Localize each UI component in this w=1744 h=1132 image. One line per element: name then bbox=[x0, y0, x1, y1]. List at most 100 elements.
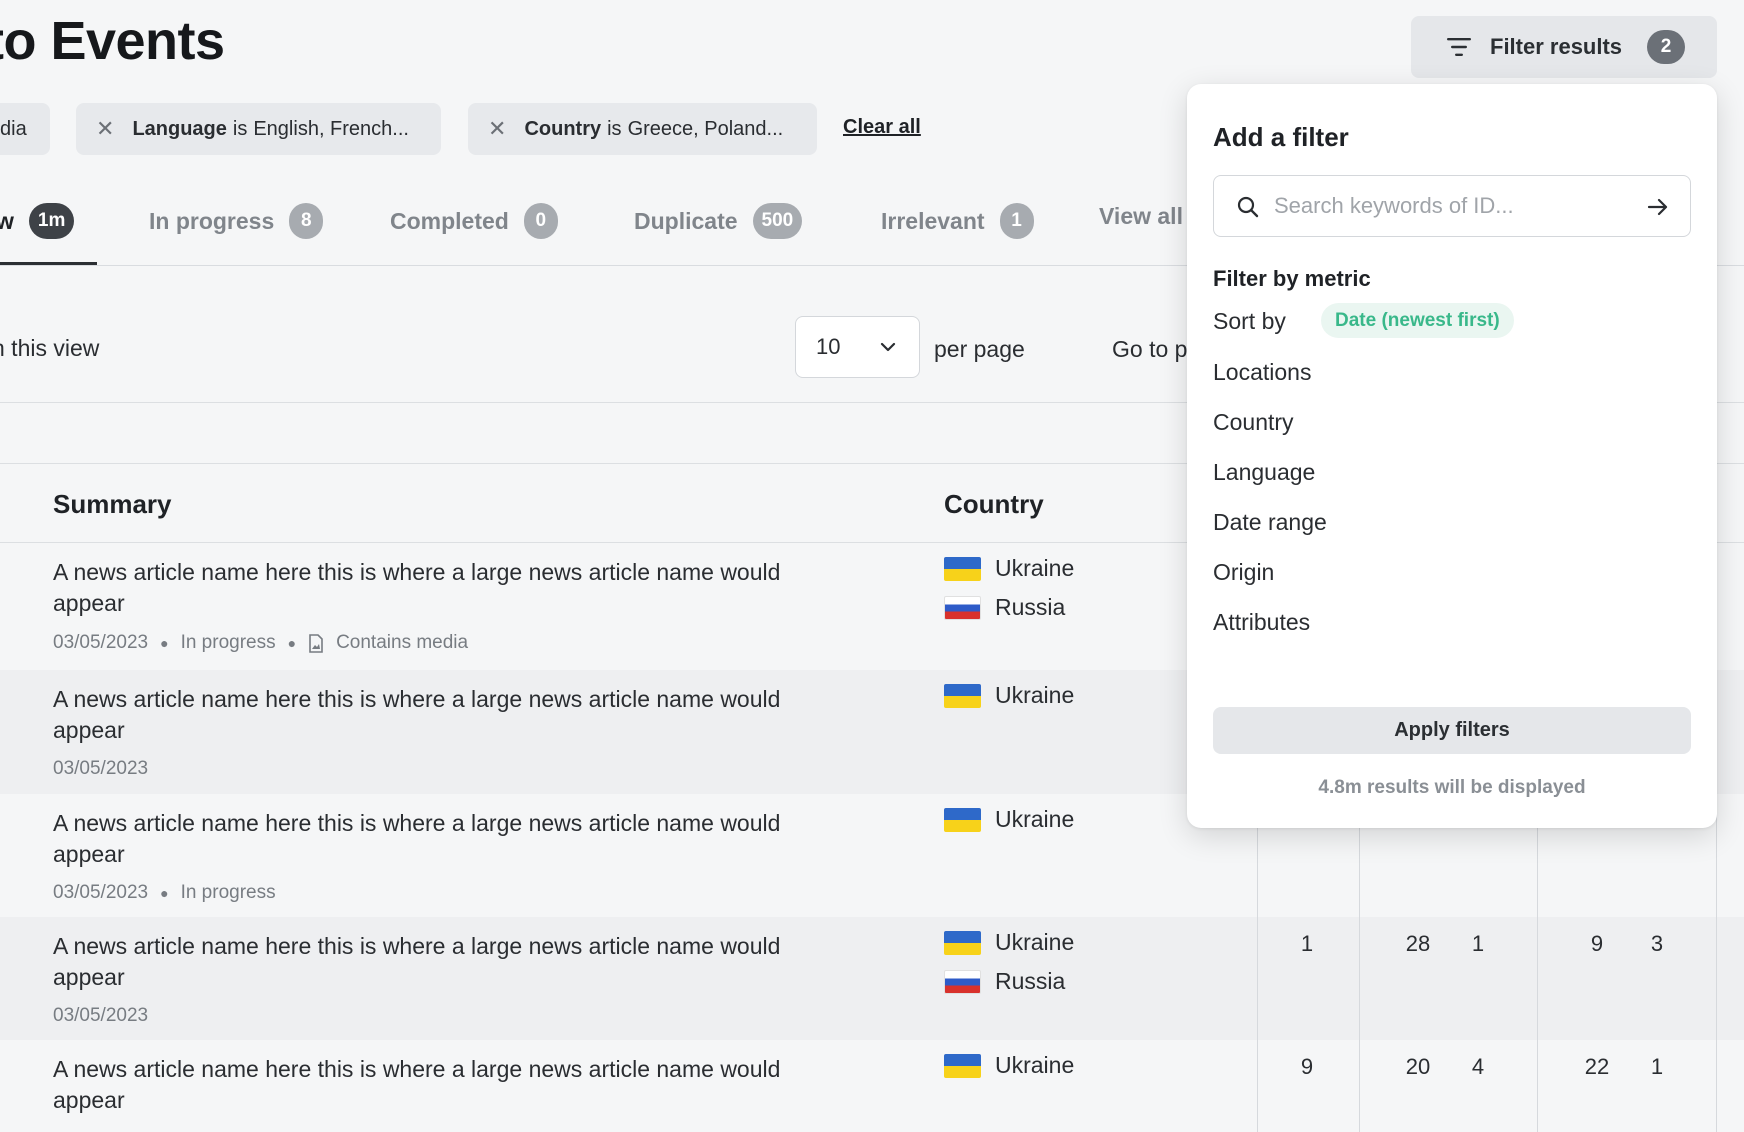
row-meta: 03/05/2023 bbox=[53, 758, 148, 780]
metric-value: 1 bbox=[1650, 1054, 1664, 1079]
search-input[interactable] bbox=[1274, 190, 1634, 222]
chip-value: English, French... bbox=[253, 117, 409, 140]
row-date: 03/05/2023 bbox=[53, 882, 149, 903]
filter-chip-media[interactable]: dia bbox=[0, 103, 50, 155]
metric-value: 20 bbox=[1405, 1054, 1431, 1079]
close-icon[interactable]: ✕ bbox=[96, 116, 114, 142]
metric-item-attributes[interactable]: Attributes bbox=[1213, 609, 1310, 636]
sort-by-label: Sort by bbox=[1213, 308, 1286, 334]
per-page-label: per page bbox=[934, 336, 1025, 362]
separator-dot: ● bbox=[287, 635, 297, 651]
per-page-select[interactable]: 10 bbox=[795, 316, 920, 378]
tab-completed[interactable]: Completed 0 bbox=[390, 203, 558, 239]
sort-by-pill[interactable]: Date (newest first) bbox=[1321, 303, 1514, 338]
tab-count-badge: 500 bbox=[752, 203, 803, 239]
row-media-label: Contains media bbox=[336, 632, 469, 653]
russia-flag-icon bbox=[944, 595, 981, 620]
metric-value: 3 bbox=[1650, 931, 1664, 956]
arrow-right-icon[interactable] bbox=[1646, 195, 1670, 219]
row-date: 03/05/2023 bbox=[53, 758, 149, 779]
russia-flag-icon bbox=[944, 969, 981, 994]
popover-title: Add a filter bbox=[1213, 122, 1349, 152]
row-meta: 03/05/2023 bbox=[53, 1005, 148, 1027]
metric-item-country[interactable]: Country bbox=[1213, 409, 1294, 436]
tab-in-progress[interactable]: In progress 8 bbox=[149, 203, 324, 239]
tab-label: View all bbox=[1099, 203, 1183, 229]
chip-key: Language bbox=[132, 117, 227, 140]
row-meta: 03/05/2023 ● In progress ● Contains medi… bbox=[53, 632, 468, 654]
country-cell: Ukraine bbox=[944, 555, 1074, 582]
ukraine-flag-icon bbox=[944, 1053, 981, 1078]
add-filter-popover: Add a filter Filter by metric Sort by Da… bbox=[1187, 84, 1717, 828]
tab-label: In progress bbox=[149, 207, 275, 234]
country-name: Russia bbox=[995, 968, 1066, 994]
separator-dot: ● bbox=[160, 885, 169, 901]
tab-view-all[interactable]: View all bbox=[1099, 203, 1183, 230]
metric-item-locations[interactable]: Locations bbox=[1213, 359, 1311, 386]
country-name: Ukraine bbox=[995, 806, 1075, 832]
search-field[interactable] bbox=[1213, 175, 1691, 237]
country-cell: Ukraine bbox=[944, 682, 1074, 709]
metric-value: 28 bbox=[1405, 931, 1431, 956]
chip-operator: is bbox=[607, 117, 622, 140]
row-meta: 03/05/2023 ● In progress bbox=[53, 882, 276, 904]
tab-count-badge: 1 bbox=[999, 203, 1034, 239]
clear-all-link[interactable]: Clear all bbox=[843, 116, 921, 139]
filter-results-button[interactable]: Filter results 2 bbox=[1411, 16, 1717, 78]
filter-chip-country[interactable]: ✕ Country is Greece, Poland... bbox=[468, 103, 817, 155]
row-date: 03/05/2023 bbox=[53, 1005, 149, 1026]
tab-count-badge: 0 bbox=[523, 203, 558, 239]
tab-label: w bbox=[0, 207, 14, 234]
tab-label: Duplicate bbox=[634, 207, 738, 234]
row-status: In progress bbox=[180, 882, 276, 903]
separator-dot: ● bbox=[160, 635, 169, 651]
go-to-page-label: Go to p bbox=[1112, 336, 1188, 362]
country-cell: Russia bbox=[944, 594, 1065, 621]
tab-duplicate[interactable]: Duplicate 500 bbox=[634, 203, 803, 239]
article-title[interactable]: A news article name here this is where a… bbox=[53, 1054, 853, 1116]
apply-filters-button[interactable]: Apply filters bbox=[1213, 707, 1691, 754]
close-icon[interactable]: ✕ bbox=[488, 116, 506, 142]
chip-operator: is bbox=[232, 117, 248, 140]
filter-by-metric-heading: Filter by metric bbox=[1213, 266, 1371, 291]
metric-value: 1 bbox=[1471, 931, 1485, 956]
chevron-down-icon bbox=[880, 342, 896, 352]
article-title[interactable]: A news article name here this is where a… bbox=[53, 557, 853, 619]
country-cell: Ukraine bbox=[944, 929, 1074, 956]
country-name: Ukraine bbox=[995, 555, 1075, 581]
tab-new[interactable]: w 1m bbox=[0, 203, 75, 239]
metric-item-origin[interactable]: Origin bbox=[1213, 559, 1274, 586]
article-title[interactable]: A news article name here this is where a… bbox=[53, 808, 853, 870]
country-name: Ukraine bbox=[995, 929, 1075, 955]
metric-value: 22 bbox=[1584, 1054, 1610, 1079]
results-count-note: 4.8m results will be displayed bbox=[1318, 777, 1586, 798]
metric-value: 1 bbox=[1300, 931, 1314, 956]
ukraine-flag-icon bbox=[944, 807, 981, 832]
ukraine-flag-icon bbox=[944, 556, 981, 581]
tab-count-badge: 1m bbox=[28, 203, 75, 239]
metric-value: 9 bbox=[1300, 1054, 1314, 1079]
country-name: Ukraine bbox=[995, 1052, 1075, 1078]
tab-label: Completed bbox=[390, 207, 509, 234]
metric-value: 9 bbox=[1590, 931, 1604, 956]
filter-icon bbox=[1447, 38, 1471, 56]
tab-irrelevant[interactable]: Irrelevant 1 bbox=[881, 203, 1034, 239]
metric-item-date-range[interactable]: Date range bbox=[1213, 509, 1327, 536]
table-row[interactable]: A news article name here this is where a… bbox=[0, 1040, 1744, 1132]
tab-count-badge: 8 bbox=[289, 203, 324, 239]
search-icon bbox=[1237, 196, 1259, 218]
country-cell: Russia bbox=[944, 968, 1065, 995]
column-header-summary[interactable]: Summary bbox=[53, 489, 172, 520]
row-status: In progress bbox=[180, 632, 276, 653]
filter-count-badge: 2 bbox=[1647, 30, 1685, 64]
column-header-country[interactable]: Country bbox=[944, 489, 1044, 520]
country-cell: Ukraine bbox=[944, 806, 1074, 833]
filter-results-label: Filter results bbox=[1490, 34, 1623, 59]
metric-item-language[interactable]: Language bbox=[1213, 459, 1315, 486]
chip-key: Country bbox=[524, 117, 602, 140]
filter-chip-language[interactable]: ✕ Language is English, French... bbox=[76, 103, 441, 155]
article-title[interactable]: A news article name here this is where a… bbox=[53, 684, 853, 746]
metric-value: 4 bbox=[1471, 1054, 1485, 1079]
article-title[interactable]: A news article name here this is where a… bbox=[53, 931, 853, 993]
table-row[interactable]: A news article name here this is where a… bbox=[0, 917, 1744, 1040]
